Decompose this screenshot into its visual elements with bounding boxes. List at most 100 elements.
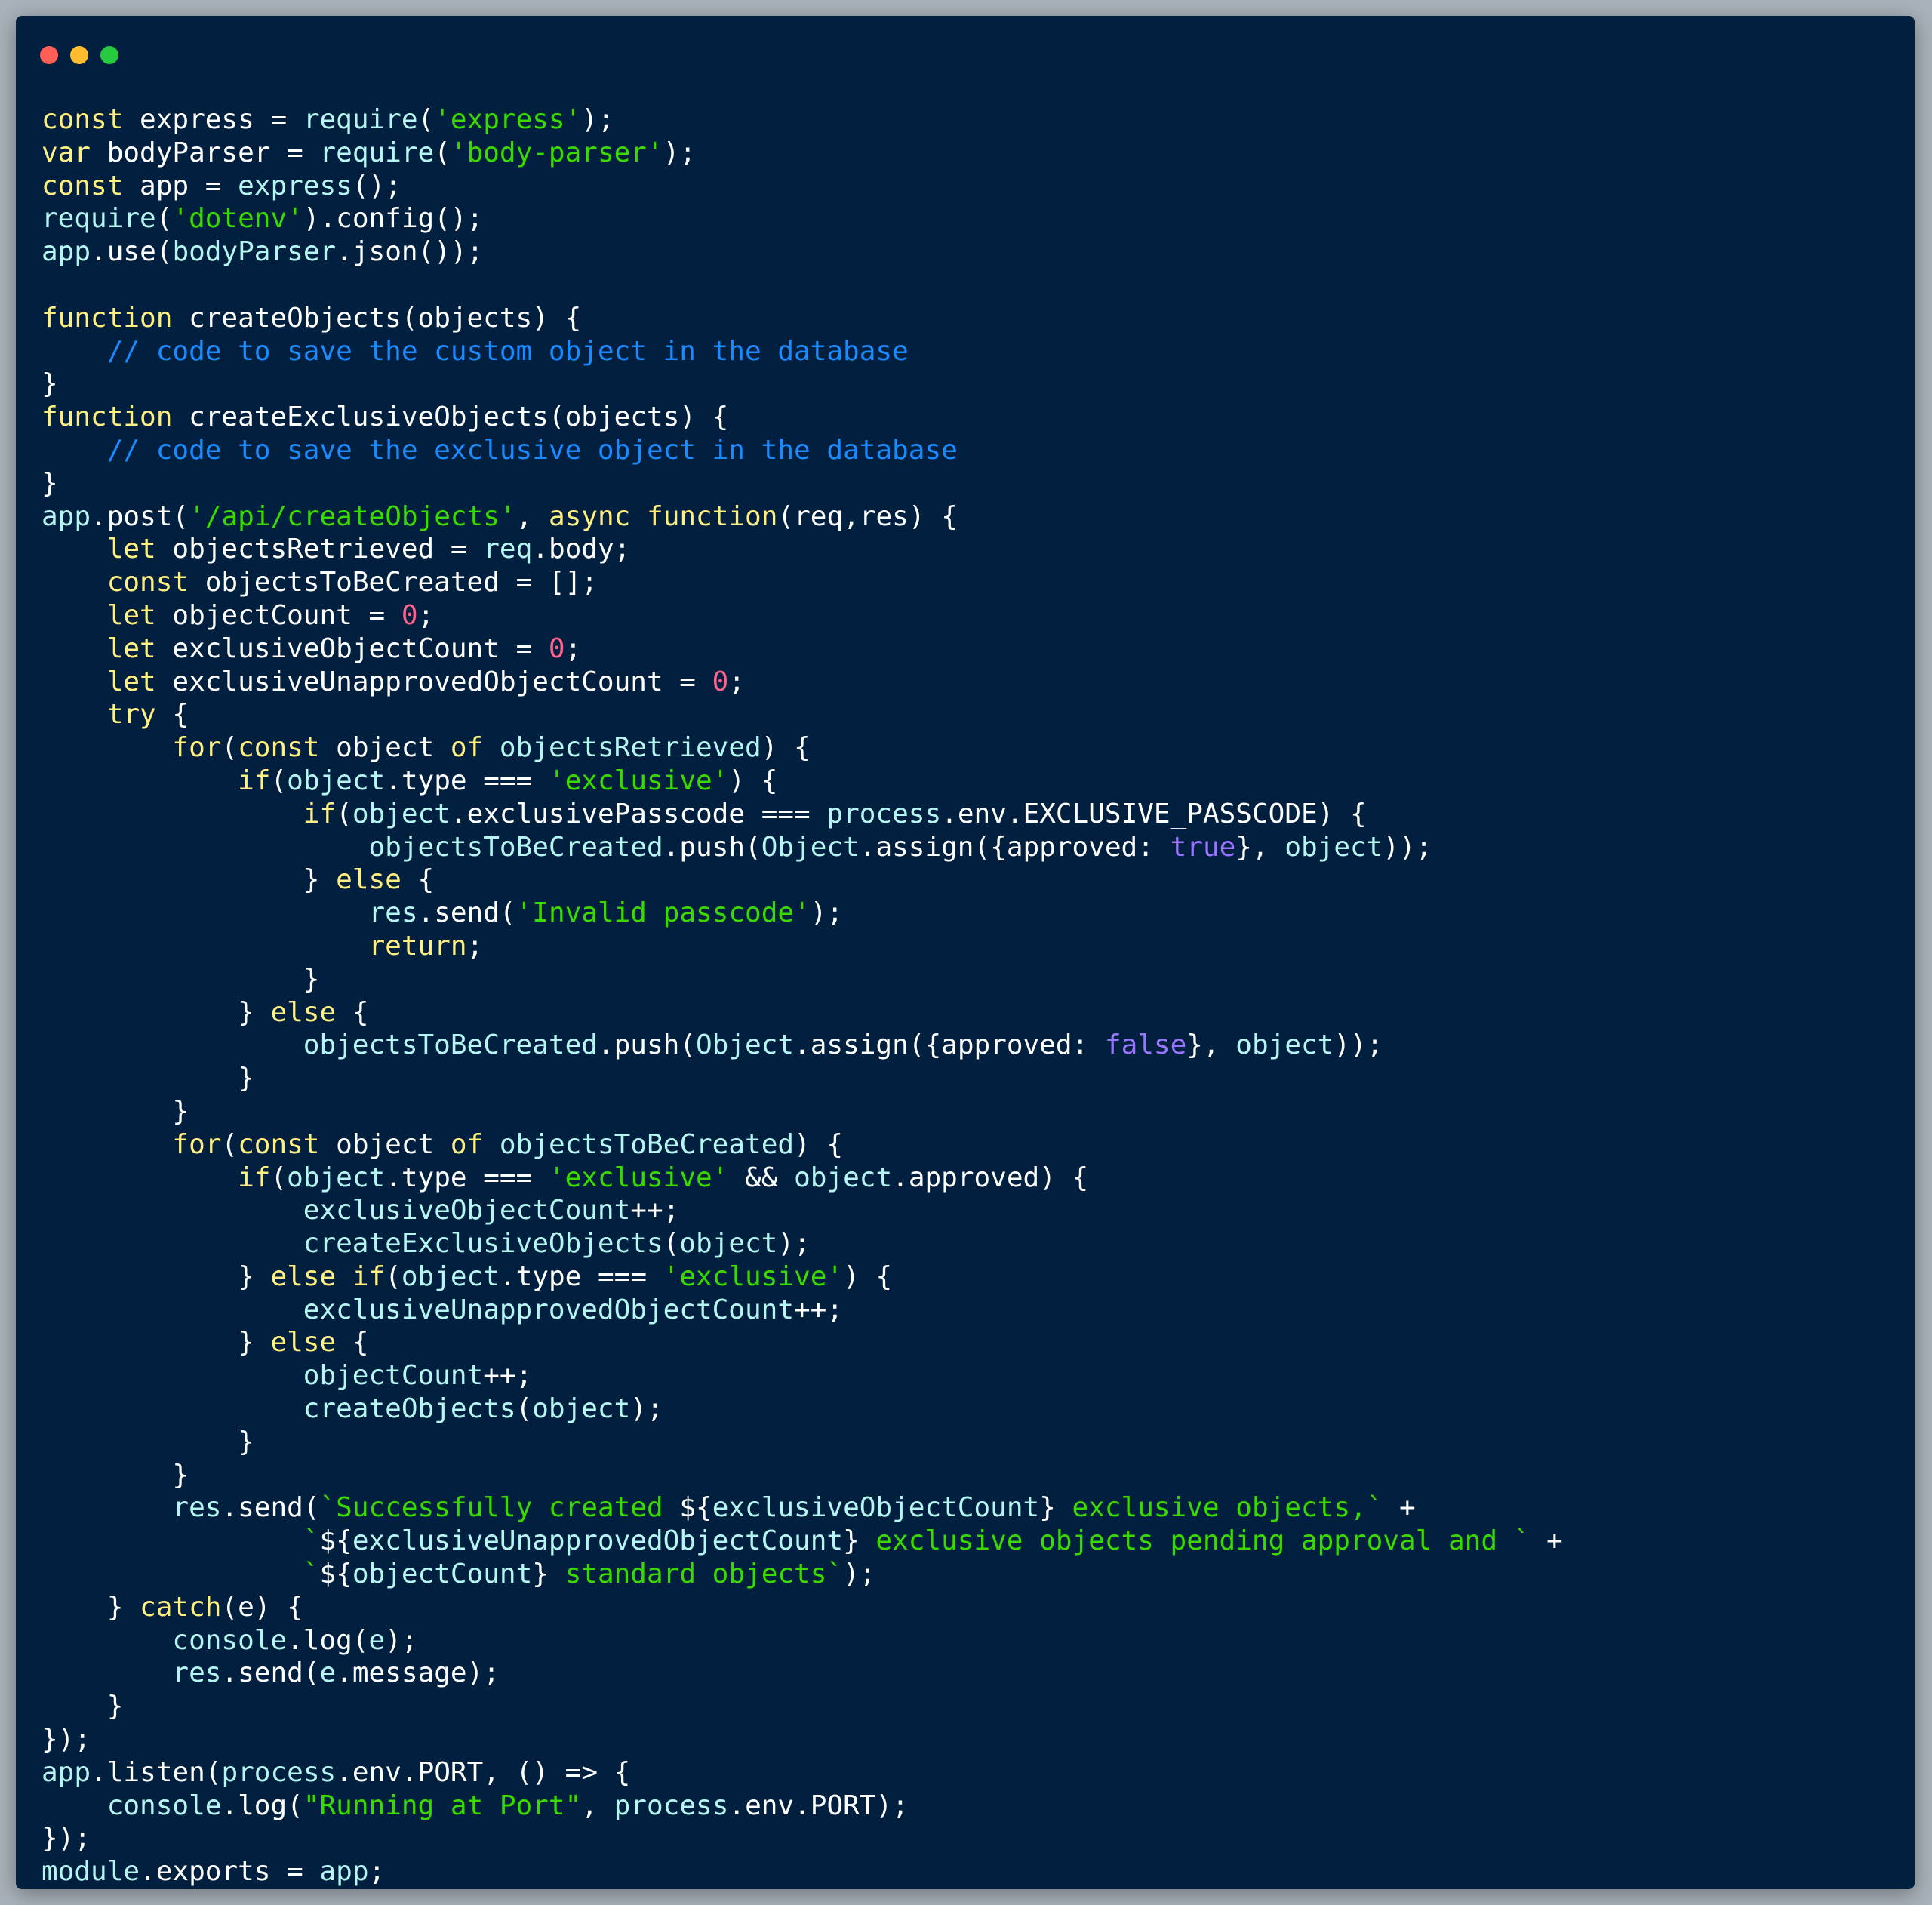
code-token: 'body-parser' [450,137,663,168]
code-token: = []; [515,567,598,599]
code-token: ( [548,402,565,433]
code-token: ( [303,1492,320,1524]
code-token: ++; [794,1294,844,1325]
code-token: createObjects [172,302,401,334]
code-token: exports [155,1856,271,1888]
code-token: app [123,170,205,202]
code-line: objectCount++; [42,1359,1563,1393]
code-token: ) { [1317,798,1367,829]
code-token: objectsRetrieved [155,534,451,565]
maximize-button[interactable] [100,46,118,64]
code-token: ( [336,798,352,829]
code-token: . [892,1162,909,1193]
code-token: } [172,1459,189,1491]
code-line: module.exports = app; [42,1855,1563,1888]
code-line: } else if(object.type === 'exclusive') { [42,1260,1563,1294]
code-token: ). [303,203,337,235]
code-token: ( [385,1260,401,1292]
code-line: } else { [42,996,1563,1029]
code-token: approved [908,1162,1040,1193]
code-token: } [42,368,58,400]
code-token: . [336,236,352,268]
code-token: ( [499,897,516,929]
code-token: ( [155,236,173,268]
code-token: = [287,137,320,168]
code-line: if(object.exclusivePasscode === process.… [42,798,1563,831]
code-token: ) { [254,1591,303,1623]
code-token: send [238,1657,303,1689]
code-token: process [221,1756,337,1788]
code-line: } [42,1690,1563,1723]
code-token: true [1170,831,1236,863]
code-token: objectsToBeCreated [368,831,663,863]
code-token: . [91,236,107,268]
code-token: object [794,1162,893,1193]
code-token: exclusiveUnapprovedObjectCount [155,666,680,697]
close-button[interactable] [40,46,58,64]
code-line: for(const object of objectsRetrieved) { [42,731,1563,765]
code-token: . [1006,798,1023,829]
code-token: : [1072,1029,1105,1061]
code-line: res.send(e.message); [42,1657,1563,1690]
code-token: objectsToBeCreated [499,1128,795,1160]
code-token: ({ [974,831,1007,863]
code-token: + [1383,1492,1416,1524]
code-token: process [826,798,942,829]
code-token: . [336,1756,352,1788]
code-token: assign [875,831,974,863]
code-token: exclusive objects,` [1055,1492,1383,1524]
code-token: = [368,599,401,631]
code-token: . [417,897,435,929]
code-line: exclusiveUnapprovedObjectCount++; [42,1294,1563,1327]
code-token: . [401,1756,418,1788]
code-token: '/api/createObjects' [189,500,516,532]
code-token: . [221,1790,238,1821]
code-token: ) { [679,402,729,433]
code-line: createObjects(object); [42,1393,1563,1426]
code-line: } else { [42,1326,1563,1359]
code-token: ) { [794,1128,844,1160]
code-token: console [106,1790,222,1821]
minimize-button[interactable] [70,46,88,64]
code-token: let [106,666,156,697]
code-token: object [532,1393,631,1425]
code-token: ; [368,1856,386,1888]
code-token: } [42,467,58,499]
code-token: 0 [548,632,565,664]
code-token: ( [205,1756,222,1788]
code-token: const [238,1128,320,1160]
code-token: . [336,1657,352,1689]
code-token: body [548,534,614,565]
code-token: ( [287,1790,303,1821]
code-token: const [106,567,189,599]
code-token: exclusive objects pending approval and ` [859,1525,1531,1557]
code-token: standard objects` [548,1559,844,1590]
code-token: ( [172,500,189,532]
code-token: 'exclusive' [548,1162,729,1193]
code-token: exclusiveUnapprovedObjectCount [352,1525,844,1557]
code-token: ( [401,302,418,334]
code-token: return [368,930,467,962]
code-token: object [1284,831,1383,863]
code-token: false [1104,1029,1187,1061]
code-token: object [401,1260,500,1292]
code-token: = [205,170,238,202]
code-token: + [1530,1525,1563,1557]
code-token: for [172,1128,222,1160]
code-token: . [450,798,467,829]
code-token: ({ [908,1029,942,1061]
code-token: of [450,1128,484,1160]
code-token: ; [417,599,435,631]
code-token: e [319,1657,337,1689]
